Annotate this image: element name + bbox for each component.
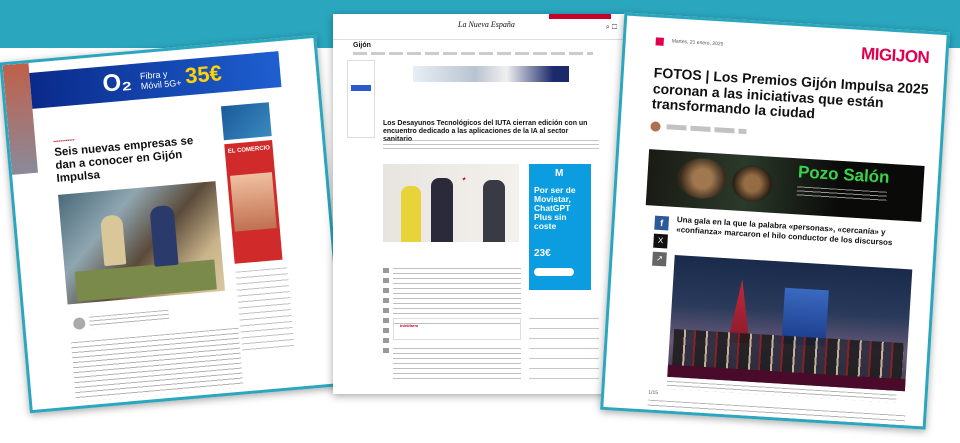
left-side-text bbox=[235, 267, 295, 352]
x-icon[interactable]: X bbox=[653, 233, 668, 249]
right-lead: Una gala en la que la palabra «personas»… bbox=[676, 215, 893, 247]
side-ad-image bbox=[230, 172, 277, 232]
center-side-widget[interactable] bbox=[347, 60, 375, 138]
share-icons-column[interactable] bbox=[383, 268, 389, 358]
collage: O₂ Fibra y Móvil 5G+ 35€ ▪▪▪▪▪▪▪▪▪▪▪▪ Se… bbox=[0, 0, 960, 443]
movistar-ad-text: Por ser de Movistar, ChatGPT Plus sin co… bbox=[534, 185, 576, 231]
movistar-logo: M bbox=[555, 168, 564, 179]
article-card-center[interactable]: La Nueva España ⌕ ☐ Gijón Los Desayunos … bbox=[333, 14, 625, 394]
movistar-ad-button[interactable] bbox=[534, 268, 574, 276]
left-kicker: ▪▪▪▪▪▪▪▪▪▪▪▪ bbox=[53, 137, 75, 146]
left-side-ad-top[interactable] bbox=[220, 102, 272, 141]
gallery-counter: 1/15 bbox=[648, 389, 659, 397]
section-nav[interactable] bbox=[353, 52, 593, 55]
left-side-ad-comercio[interactable]: EL COMERCIO bbox=[224, 140, 283, 264]
share-bar: f X ↗ bbox=[652, 215, 670, 273]
ad-title: Pozo Salón bbox=[797, 162, 891, 187]
o2-ad-line2: Móvil 5G+ bbox=[140, 77, 182, 92]
facebook-icon[interactable]: f bbox=[654, 215, 670, 231]
share-icon[interactable]: ↗ bbox=[652, 251, 667, 267]
author-byline bbox=[88, 309, 170, 329]
masthead-logo[interactable]: La Nueva España bbox=[458, 20, 515, 29]
center-top-ad[interactable] bbox=[413, 66, 569, 82]
photo-table bbox=[74, 259, 217, 302]
center-header: La Nueva España ⌕ ☐ bbox=[333, 14, 625, 40]
right-body-text bbox=[647, 399, 906, 428]
article-date: Martes, 21 enero, 2025 bbox=[671, 38, 724, 48]
article-card-right[interactable]: Martes, 21 enero, 2025 MIGIJON FOTOS | L… bbox=[600, 12, 950, 430]
side-ad-title: EL COMERCIO bbox=[227, 145, 271, 155]
ad-photo bbox=[676, 157, 729, 200]
o2-ad-price: 35€ bbox=[184, 60, 223, 89]
subscribe-bar[interactable] bbox=[549, 14, 611, 19]
center-subheadline bbox=[383, 140, 599, 150]
o2-ad-text: Fibra y Móvil 5G+ bbox=[140, 68, 182, 91]
section-title: Gijón bbox=[353, 42, 371, 49]
photo-person bbox=[431, 178, 453, 242]
related-box-label: Intelifarm bbox=[400, 323, 419, 328]
author-avatar bbox=[72, 317, 86, 331]
calendar-icon bbox=[655, 37, 664, 46]
center-side-list[interactable] bbox=[529, 318, 599, 388]
side-widget-button[interactable] bbox=[351, 85, 371, 91]
movistar-ad[interactable]: M Por ser de Movistar, ChatGPT Plus sin … bbox=[529, 164, 591, 290]
photo-person bbox=[483, 180, 505, 242]
photo-person bbox=[149, 204, 179, 267]
author-avatar bbox=[650, 121, 661, 132]
center-article-photo: ✦ bbox=[383, 164, 519, 242]
photo-backdrop-logo: ✦ bbox=[461, 177, 467, 183]
ad-tagline bbox=[796, 186, 887, 202]
right-headline[interactable]: FOTOS | Los Premios Gijón Impulsa 2025 c… bbox=[651, 64, 933, 129]
left-body-text bbox=[70, 327, 244, 403]
o2-logo: O₂ bbox=[101, 68, 133, 98]
o2-ad-banner[interactable]: O₂ Fibra y Móvil 5G+ 35€ bbox=[29, 51, 282, 109]
movistar-ad-price: 23€ bbox=[534, 248, 551, 259]
author-byline bbox=[666, 124, 747, 135]
pozo-salon-ad[interactable]: Pozo Salón bbox=[645, 149, 925, 222]
photo-person bbox=[401, 186, 421, 242]
left-article-photo bbox=[58, 181, 226, 305]
search-icon[interactable]: ⌕ ☐ bbox=[606, 24, 617, 32]
center-body-text-2 bbox=[393, 348, 521, 380]
article-card-left[interactable]: O₂ Fibra y Móvil 5G+ 35€ ▪▪▪▪▪▪▪▪▪▪▪▪ Se… bbox=[0, 34, 347, 414]
center-related-box[interactable]: Intelifarm bbox=[393, 318, 521, 340]
photo-person bbox=[100, 214, 127, 267]
migijon-logo[interactable]: MIGIJON bbox=[860, 44, 930, 68]
ad-photo bbox=[731, 164, 774, 203]
right-gala-photo[interactable] bbox=[667, 254, 913, 392]
